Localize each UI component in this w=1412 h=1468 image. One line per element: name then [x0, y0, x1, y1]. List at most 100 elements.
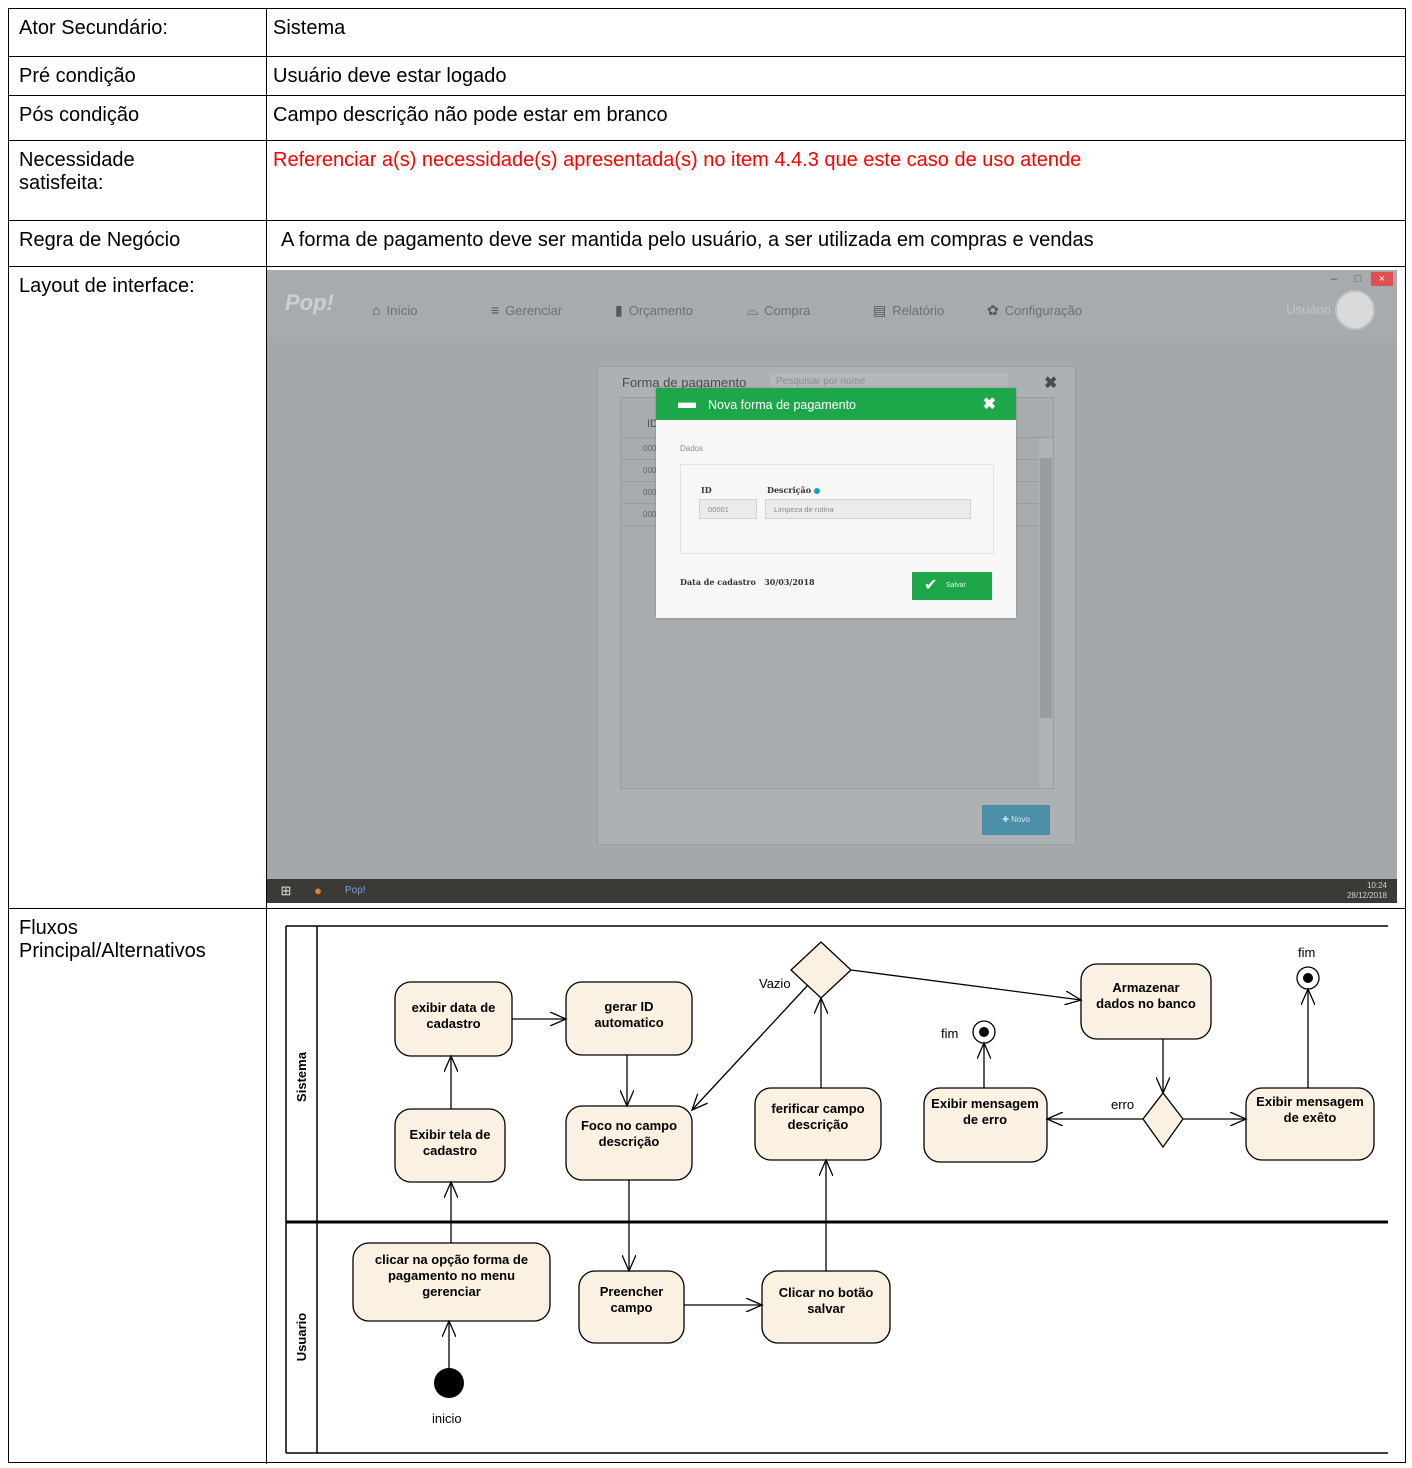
label-vazio: Vazio [759, 976, 791, 991]
node-preencher: Preencher campo [578, 1270, 685, 1344]
system-clock: 10:24 28/12/2018 [1347, 881, 1387, 901]
lane-sistema: Sistema [294, 1051, 309, 1102]
date-info: Data de cadastro 30/03/2018 [680, 577, 815, 587]
nav-gerenciar[interactable]: ≡ Gerenciar [491, 302, 562, 318]
new-button[interactable]: ✚ Novo [982, 805, 1050, 835]
app-logo: Pop! [285, 290, 334, 315]
save-button-label: Salvar [946, 582, 966, 589]
nav-label: Configuração [1004, 303, 1083, 318]
user-label[interactable]: Usuário [1286, 302, 1331, 317]
description-field[interactable]: Limpeza de rotina [765, 499, 971, 519]
node-clicar-salvar: Clicar no botão salvar [761, 1270, 891, 1344]
database-icon: ≡ [491, 302, 500, 318]
nav-label: Gerenciar [505, 302, 563, 318]
close-icon[interactable]: ✖ [983, 394, 996, 414]
form-box: ID 00001 Descrição Limpeza de rotina [680, 464, 994, 554]
home-icon: ⌂ [372, 302, 381, 318]
app-top-bar: – □ × Pop! ⌂ Início ≡ Gerenciar ▮ Orçamento… [267, 270, 1397, 338]
activity-diagram: Sistema Usuario exibir data de cadastro g… [268, 912, 1398, 1462]
modal-title: Nova forma de pagamento [708, 398, 857, 412]
nav-label: Compra [764, 303, 811, 318]
id-label: ID [701, 485, 712, 495]
decision-erro [1142, 1091, 1184, 1149]
id-field[interactable]: 00001 [699, 499, 757, 519]
clock-time: 10:24 [1366, 881, 1387, 890]
row-value: Sistema [273, 17, 346, 39]
node-clicar-opcao: clicar na opção forma de pagamento no men… [352, 1242, 551, 1322]
scrollbar-thumb[interactable] [1040, 458, 1052, 718]
close-icon[interactable]: ✖ [1044, 373, 1057, 393]
description-label: Descrição [767, 485, 820, 495]
minimize-icon[interactable]: – [1323, 272, 1345, 286]
row-value: Referenciar a(s) necessidade(s) apresent… [273, 149, 1082, 171]
section-label: Dados [680, 444, 704, 453]
node-exibir-erro: Exibir mensagem de erro [923, 1087, 1048, 1163]
row-value: A forma de pagamento deve ser mantida pe… [281, 229, 1094, 251]
label-fim-erro: fim [941, 1026, 958, 1041]
node-exibir-data: exibir data de cadastro [394, 981, 513, 1057]
wallet-add-icon: ▬ [678, 392, 696, 412]
gear-icon: ✿ [987, 302, 999, 318]
nav-label: Orçamento [628, 303, 694, 318]
interface-screenshot: – □ × Pop! ⌂ Início ≡ Gerenciar ▮ Orçamento… [267, 270, 1397, 903]
avatar[interactable] [1335, 290, 1375, 330]
report-icon: ▤ [873, 302, 887, 318]
row-ator-secundario: Ator Secundário: Sistema [9, 9, 1405, 57]
end-node-exito [1296, 966, 1320, 990]
label-inicio: inicio [432, 1411, 462, 1426]
info-icon [813, 488, 820, 494]
nav-compra[interactable]: ⌓ Compra [747, 302, 810, 319]
document-icon: ▮ [615, 302, 623, 318]
modal-header: ▬ Nova forma de pagamento ✖ [656, 388, 1016, 420]
row-label: Pós condição [9, 96, 267, 140]
node-foco: Foco no campo descrição [565, 1105, 693, 1181]
lane-usuario: Usuario [294, 1313, 309, 1361]
new-button-label: Novo [1011, 815, 1030, 824]
decision-vazio [790, 941, 852, 999]
clock-date: 28/12/2018 [1346, 891, 1387, 900]
row-pos-condicao: Pós condição Campo descrição não pode es… [9, 96, 1405, 141]
row-value: Usuário deve estar logado [273, 65, 507, 87]
description-label-text: Descrição [767, 485, 812, 495]
row-label: Regra de Negócio [9, 221, 267, 266]
nav-relatorio[interactable]: ▤ Relatório [873, 302, 944, 319]
close-icon[interactable]: × [1371, 272, 1393, 286]
row-label: Fluxos Principal/Alternativos [9, 909, 267, 1464]
taskbar: ⊞ ● Pop! 10:24 28/12/2018 [267, 879, 1397, 903]
nav-inicio[interactable]: ⌂ Início [372, 302, 418, 318]
row-regra-negocio: Regra de Negócio A forma de pagamento de… [9, 221, 1405, 267]
save-button[interactable]: ✔ Salvar [912, 572, 992, 600]
node-exibir-tela: Exibir tela de cadastro [394, 1108, 506, 1183]
nav-configuracao[interactable]: ✿ Configuração [987, 302, 1082, 319]
row-label: Layout de interface: [9, 267, 267, 908]
new-payment-modal: ▬ Nova forma de pagamento ✖ Dados ID 000… [656, 388, 1016, 618]
node-verificar: ferificar campo descrição [754, 1087, 882, 1161]
windows-start-icon[interactable]: ⊞ [277, 882, 295, 900]
date-label: Data de cadastro [680, 577, 756, 587]
svg-text:gerar IDautomatico: gerar ID automatico [594, 999, 663, 1030]
check-icon: ✔ [924, 577, 938, 594]
maximize-icon[interactable]: □ [1347, 272, 1369, 286]
date-value: 30/03/2018 [764, 577, 815, 587]
row-pre-condicao: Pré condição Usuário deve estar logado [9, 57, 1405, 96]
app-taskbar-icon[interactable]: Pop! [345, 882, 366, 900]
label-fim-exito: fim [1298, 945, 1315, 960]
window-controls: – □ × [1323, 272, 1393, 286]
firefox-icon[interactable]: ● [309, 882, 327, 900]
nav-label: Relatório [892, 303, 945, 318]
end-node-erro [972, 1020, 996, 1044]
basket-icon: ⌓ [747, 302, 759, 318]
row-label: Pré condição [9, 57, 267, 95]
nav-orcamento[interactable]: ▮ Orçamento [615, 302, 693, 319]
nav-label: Início [386, 302, 418, 318]
node-exibir-exito: Exibir mensagem de exêto [1245, 1087, 1375, 1161]
row-label: Necessidade satisfeita: [9, 141, 267, 220]
start-node [434, 1368, 464, 1398]
row-label: Ator Secundário: [9, 9, 267, 56]
activity-diagram-svg: Sistema Usuario exibir data de cadastro g… [285, 925, 1388, 1454]
row-necessidade: Necessidade satisfeita: Referenciar a(s)… [9, 141, 1405, 221]
label-erro: erro [1111, 1097, 1134, 1112]
row-value: Campo descrição não pode estar em branco [273, 104, 668, 126]
scrollbar[interactable] [1039, 438, 1053, 788]
node-armazenar: Armazenar dados no banco [1080, 963, 1212, 1040]
